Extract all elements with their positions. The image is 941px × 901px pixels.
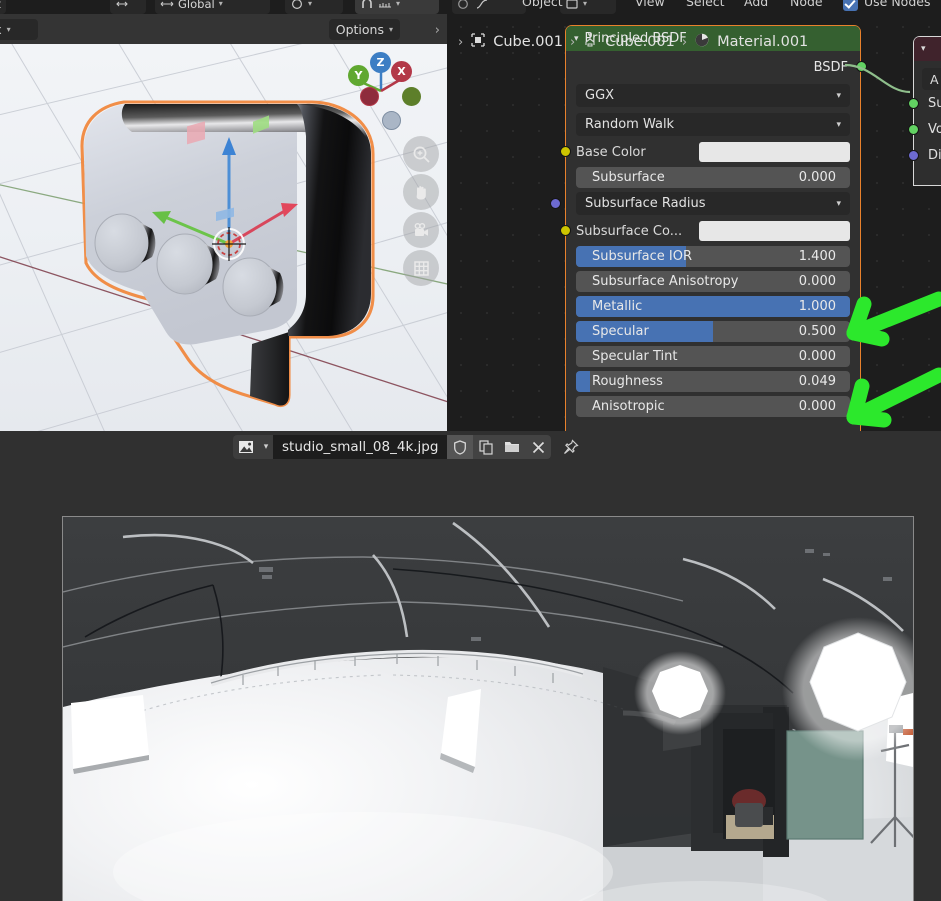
- gizmo-axis-x[interactable]: X: [391, 61, 412, 82]
- select-label: ect: [0, 0, 1, 11]
- chevron-down-icon: ▾: [396, 0, 401, 8]
- proportional-edit-icon: [457, 0, 471, 10]
- chevron-down-icon[interactable]: ▾: [259, 435, 273, 459]
- hdri-image[interactable]: [62, 516, 914, 901]
- image-editor[interactable]: ▾ studio_small_08_4k.jpg: [0, 431, 941, 901]
- orientation-icon: [160, 0, 174, 10]
- snap-target-icon: [378, 0, 392, 10]
- zoom-icon[interactable]: [403, 136, 439, 172]
- viewport-canvas[interactable]: Z Y X: [0, 44, 447, 431]
- menu-view[interactable]: View: [635, 0, 665, 9]
- gizmo-axis-y[interactable]: Y: [348, 65, 369, 86]
- gizmo-axis-neg-z[interactable]: [382, 111, 401, 130]
- menu-node[interactable]: Node: [790, 0, 823, 9]
- gizmo-axis-z[interactable]: Z: [370, 52, 391, 73]
- grid-icon[interactable]: [403, 250, 439, 286]
- tool-segment-1[interactable]: [110, 0, 146, 14]
- snap-segment[interactable]: ▾: [355, 0, 439, 14]
- view-axis-gizmo[interactable]: Z Y X: [342, 52, 421, 130]
- gizmo-axis-neg-y[interactable]: [402, 87, 421, 106]
- gizmo-y-label: Y: [354, 69, 363, 82]
- fake-user-shield-icon[interactable]: [447, 435, 474, 459]
- unlink-x-icon[interactable]: [525, 435, 552, 459]
- proportional-edit-segment[interactable]: [452, 0, 526, 14]
- chevron-right-icon: ›: [681, 34, 688, 50]
- top-toolbar: ect Global ▾ ▾ ▾: [0, 0, 941, 14]
- camera-icon[interactable]: [403, 212, 439, 248]
- object-mode-icon: [565, 0, 579, 10]
- menu-select[interactable]: Select: [686, 0, 725, 9]
- sidebar-toggle-icon[interactable]: ›: [435, 23, 440, 38]
- move-tool-icon: [115, 0, 129, 10]
- chevron-down-icon: ▾: [388, 25, 393, 34]
- open-folder-icon[interactable]: [499, 435, 526, 459]
- chevron-down-icon: ▾: [218, 0, 223, 8]
- breadcrumb-material-label[interactable]: Material.001: [717, 34, 808, 50]
- mesh-data-icon: [582, 32, 598, 52]
- select-mode-segment[interactable]: ect: [0, 0, 6, 14]
- viewport-options-label: Options: [335, 22, 384, 37]
- pin-icon[interactable]: [557, 435, 583, 459]
- image-filename[interactable]: studio_small_08_4k.jpg: [273, 435, 448, 459]
- chevron-right-icon: ›: [569, 34, 576, 50]
- snap-magnet-icon: [360, 0, 374, 10]
- breadcrumb-object-label[interactable]: Cube.001: [493, 34, 563, 50]
- chevron-down-icon: ▾: [6, 25, 11, 34]
- viewport-tool-buttons: [403, 136, 439, 288]
- use-nodes-label[interactable]: Use Nodes: [864, 0, 930, 9]
- image-editor-header: ▾ studio_small_08_4k.jpg: [0, 431, 941, 463]
- menu-add[interactable]: Add: [744, 0, 768, 9]
- gizmo-x-label: X: [397, 65, 406, 78]
- shader-node-editor[interactable]: › Cube.001 › Cube.001 › Material.001 ▾ P…: [448, 14, 941, 431]
- chevron-down-icon: ▾: [308, 0, 313, 8]
- use-nodes-checkbox[interactable]: [843, 0, 858, 11]
- transform-orientation-label: Global: [178, 0, 215, 11]
- transform-orientation-segment[interactable]: Global ▾: [155, 0, 270, 14]
- viewport-mode-label: ox: [0, 22, 2, 37]
- gizmo-axis-neg-x[interactable]: [360, 87, 379, 106]
- chevron-down-icon: ▾: [583, 0, 588, 8]
- mode-label: Object: [522, 0, 563, 9]
- image-datablock-group: ▾ studio_small_08_4k.jpg: [233, 435, 552, 459]
- blender-window: ect Global ▾ ▾ ▾: [0, 0, 941, 901]
- mode-segment[interactable]: ▾: [560, 0, 616, 14]
- image-editor-canvas[interactable]: [0, 463, 941, 901]
- node-link: [844, 63, 911, 94]
- chevron-right-icon: ›: [458, 34, 464, 50]
- falloff-curve-icon: [475, 0, 489, 10]
- gizmo-z-label: Z: [376, 56, 385, 69]
- breadcrumb: › Cube.001 › Cube.001 › Material.001: [458, 31, 808, 53]
- pivot-point-segment[interactable]: ▾: [285, 0, 343, 14]
- material-icon: [694, 32, 710, 52]
- viewport-mode-dropdown[interactable]: ox ▾: [0, 19, 38, 40]
- object-data-icon: [470, 32, 486, 52]
- softbox-left: [634, 651, 726, 735]
- breadcrumb-mesh-label[interactable]: Cube.001: [605, 34, 675, 50]
- pivot-icon: [290, 0, 304, 10]
- viewport-header: ox ▾ Options ▾ ›: [0, 14, 447, 44]
- new-copy-icon[interactable]: [473, 435, 500, 459]
- viewport-3d[interactable]: ox ▾ Options ▾ ›: [0, 14, 447, 431]
- hand-icon[interactable]: [403, 174, 439, 210]
- viewport-options-dropdown[interactable]: Options ▾: [328, 19, 400, 40]
- image-editor-icon[interactable]: [233, 435, 259, 459]
- hdri-equirectangular-render: [63, 517, 913, 901]
